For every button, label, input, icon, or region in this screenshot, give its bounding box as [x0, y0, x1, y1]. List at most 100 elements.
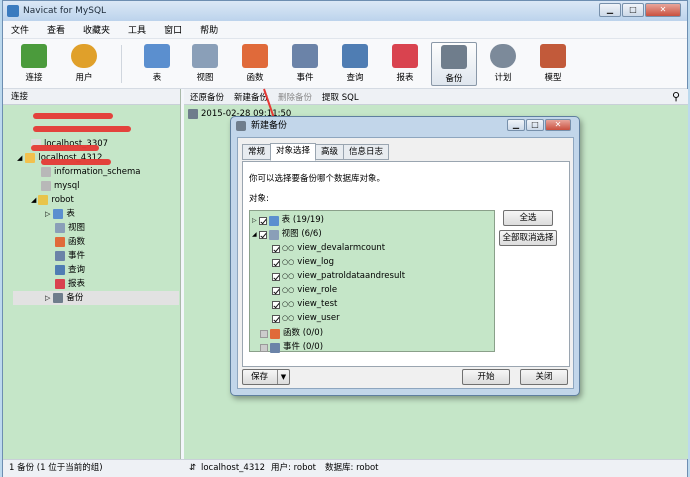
- view-icon: ○○: [282, 258, 295, 266]
- dropdown-arrow-icon[interactable]: ▼: [277, 370, 289, 384]
- toolbar-user-button[interactable]: 用户: [63, 42, 105, 86]
- view-checkbox[interactable]: [272, 300, 280, 309]
- toolbar-schedule-button[interactable]: 计划: [482, 42, 524, 86]
- toolbar-table-label: 表: [152, 73, 162, 83]
- status-user: 用户: robot: [271, 463, 317, 473]
- toolbar-connection-label: 连接: [25, 73, 43, 83]
- search-icon[interactable]: ⚲: [672, 90, 680, 103]
- model-icon: [540, 44, 566, 68]
- dialog-maximize-button[interactable]: □: [526, 119, 544, 131]
- tables-label: 表 (19/19): [281, 215, 324, 225]
- toolbar-connection-button[interactable]: 连接: [13, 42, 55, 86]
- menu-favorites[interactable]: 收藏夹: [83, 23, 110, 36]
- dialog-body: 常规 对象选择 高级 信息日志 你可以选择要备份哪个数据库对象。 对象: ▷ 表…: [237, 137, 574, 389]
- tab-advanced[interactable]: 高级: [315, 144, 345, 160]
- tree-view-item[interactable]: ○○ view_test: [272, 298, 337, 311]
- toolbar-model-label: 模型: [544, 73, 562, 83]
- minimize-button[interactable]: ▁: [599, 3, 621, 17]
- menu-tools[interactable]: 工具: [128, 23, 146, 36]
- redaction-mark: [33, 126, 131, 132]
- tree-item-label: 事件: [68, 251, 86, 261]
- tree-db-mysql[interactable]: mysql: [41, 179, 80, 193]
- tree-node-functions[interactable]: 函数 (0/0): [260, 327, 323, 340]
- tree-robot-queries[interactable]: 查询: [55, 263, 85, 277]
- tree-db-information-schema[interactable]: information_schema: [41, 165, 141, 179]
- checkbox-views[interactable]: [258, 230, 267, 239]
- view-checkbox[interactable]: [272, 258, 280, 267]
- tree-item-label: 函数: [68, 237, 86, 247]
- collapse-arrow-icon: ▷: [252, 217, 257, 224]
- schedule-icon: [490, 44, 516, 68]
- tree-node-tables[interactable]: ▷ 表 (19/19): [252, 214, 324, 227]
- dialog-minimize-button[interactable]: ▁: [507, 119, 525, 131]
- close-button[interactable]: ✕: [645, 3, 681, 17]
- menu-view[interactable]: 查看: [47, 23, 65, 36]
- start-button[interactable]: 开始: [462, 369, 510, 385]
- tree-view-item[interactable]: ○○ view_devalarmcount: [272, 242, 385, 255]
- tab-message-log[interactable]: 信息日志: [343, 144, 390, 160]
- dialog-close-action-button[interactable]: 关闭: [520, 369, 568, 385]
- toolbar-function-button[interactable]: 函数: [234, 42, 276, 86]
- toolbar-query-button[interactable]: 查询: [334, 42, 376, 86]
- connection-icon: [25, 153, 36, 163]
- toolbar-backup-button[interactable]: 备份: [431, 42, 477, 86]
- event-icon: [55, 251, 65, 261]
- delete-backup-button[interactable]: 删除备份: [278, 91, 312, 103]
- view-checkbox[interactable]: [272, 286, 280, 295]
- status-connection-icon: ⇵: [189, 463, 197, 473]
- function-icon: [242, 44, 268, 68]
- view-item-label: view_test: [297, 299, 338, 309]
- checkbox-events[interactable]: [260, 343, 268, 352]
- extract-sql-button[interactable]: 提取 SQL: [322, 91, 359, 103]
- view-item-label: view_user: [297, 313, 340, 323]
- function-icon: [55, 237, 65, 247]
- tree-view-item[interactable]: ○○ view_log: [272, 256, 334, 269]
- object-tree: ▷ 表 (19/19) ◢ 视图 (6/6) ○○ view_devalarmc…: [249, 210, 495, 354]
- tree-item-label: 备份: [66, 293, 84, 303]
- checkbox-functions[interactable]: [260, 329, 268, 338]
- view-icon: [192, 44, 218, 68]
- report-icon: [392, 44, 418, 68]
- menu-file[interactable]: 文件: [11, 23, 29, 36]
- tree-robot-events[interactable]: 事件: [55, 249, 85, 263]
- main-toolbar: 连接 用户 表 视图 函数 事件 查询 报表 备份 计划 模型: [3, 39, 687, 89]
- toolbar-event-button[interactable]: 事件: [284, 42, 326, 86]
- toolbar-table-button[interactable]: 表: [136, 42, 178, 86]
- view-item-label: view_role: [297, 285, 338, 295]
- tree-db-robot[interactable]: ◢ robot: [31, 193, 74, 207]
- menu-window[interactable]: 窗口: [164, 23, 182, 36]
- checkbox-tables[interactable]: [258, 216, 267, 225]
- deselect-all-button[interactable]: 全部取消选择: [499, 230, 557, 246]
- tree-robot-views[interactable]: 视图: [55, 221, 85, 235]
- database-icon: [38, 195, 49, 205]
- events-label: 事件 (0/0): [283, 342, 324, 352]
- select-all-button[interactable]: 全选: [503, 210, 553, 226]
- tree-view-item[interactable]: ○○ view_patroldataandresult: [272, 270, 405, 283]
- tree-view-item[interactable]: ○○ view_role: [272, 284, 337, 297]
- tree-view-item[interactable]: ○○ view_user: [272, 312, 340, 325]
- view-checkbox[interactable]: [272, 244, 280, 253]
- tree-robot-reports[interactable]: 报表: [55, 277, 85, 291]
- toolbar-model-button[interactable]: 模型: [532, 42, 574, 86]
- dialog-close-button[interactable]: ✕: [545, 119, 571, 131]
- view-checkbox[interactable]: [272, 314, 280, 323]
- tab-general[interactable]: 常规: [242, 144, 272, 160]
- tab-object-selection[interactable]: 对象选择: [270, 143, 317, 161]
- tree-node-events[interactable]: 事件 (0/0): [260, 341, 323, 354]
- tree-item-label: 查询: [68, 265, 86, 275]
- toolbar-view-button[interactable]: 视图: [184, 42, 226, 86]
- restore-backup-button[interactable]: 还原备份: [190, 91, 224, 103]
- window-title: Navicat for MySQL: [23, 6, 107, 16]
- connection-icon: [21, 44, 47, 68]
- tree-robot-tables[interactable]: ▷ 表: [45, 207, 75, 221]
- event-icon: [270, 342, 280, 353]
- tree-node-views[interactable]: ◢ 视图 (6/6): [252, 228, 322, 241]
- toolbar-report-button[interactable]: 报表: [384, 42, 426, 86]
- tree-robot-backups[interactable]: ▷ 备份: [13, 291, 179, 305]
- save-button[interactable]: 保存 ▼: [242, 369, 290, 385]
- view-checkbox[interactable]: [272, 272, 280, 281]
- maximize-button[interactable]: □: [622, 3, 644, 17]
- toolbar-function-label: 函数: [246, 73, 264, 83]
- tree-robot-functions[interactable]: 函数: [55, 235, 85, 249]
- menu-help[interactable]: 帮助: [200, 23, 218, 36]
